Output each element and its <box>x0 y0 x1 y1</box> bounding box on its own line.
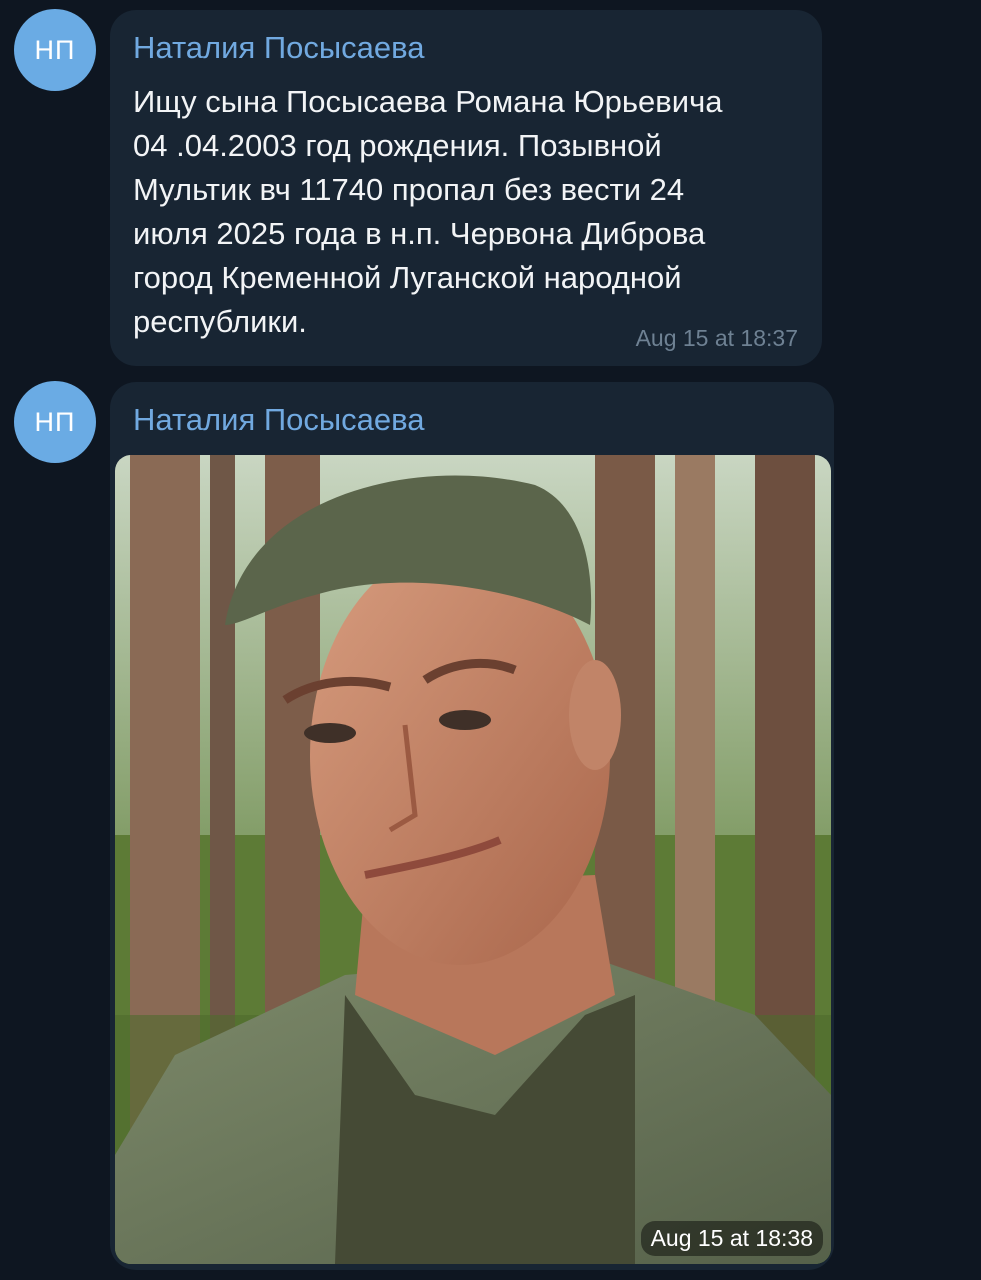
photo-timestamp: Aug 15 at 18:38 <box>640 1221 823 1256</box>
sender-name[interactable]: Наталия Посысаева <box>133 30 425 66</box>
message-timestamp: Aug 15 at 18:37 <box>635 325 798 351</box>
message-text: Ищу сына Посысаева Романа Юрьевича 04 .0… <box>133 84 723 339</box>
sender-name[interactable]: Наталия Посысаева <box>133 402 425 438</box>
message-bubble-photo[interactable]: Наталия Посысаева Aug 15 at 18:38 <box>110 382 834 1270</box>
message-photo[interactable]: Aug 15 at 18:38 <box>115 455 831 1264</box>
sender-avatar[interactable]: НП <box>14 381 96 463</box>
sender-avatar[interactable]: НП <box>14 9 96 91</box>
message-bubble-text[interactable]: Наталия Посысаева Ищу сына Посысаева Ром… <box>110 10 822 366</box>
